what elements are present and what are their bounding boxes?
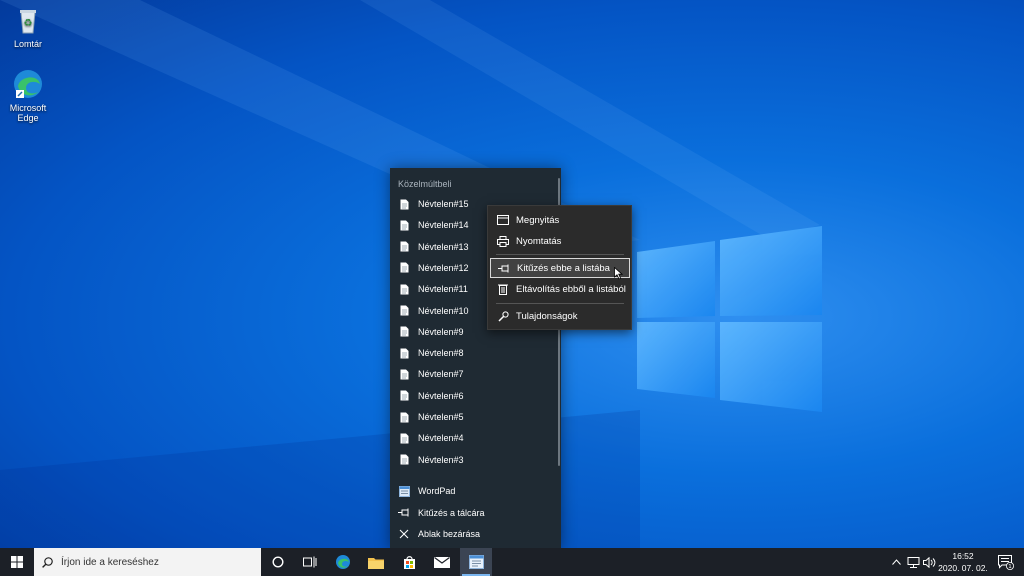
svg-text:♻: ♻ [24,18,33,29]
menu-separator [496,303,624,304]
task-view-icon [303,556,317,568]
notification-icon: 1 [998,554,1014,570]
close-icon [390,529,418,539]
pin-icon [491,264,517,273]
desktop-icon-label: Lomtár [13,39,42,49]
menu-item-label: Tulajdonságok [516,310,578,322]
document-icon [390,199,418,210]
jump-list-item-label: Névtelen#14 [418,220,469,231]
search-box[interactable]: Írjon ide a kereséshez [34,548,261,576]
mail-icon [434,556,450,568]
window-icon [490,215,516,225]
chevron-up-icon [891,559,901,565]
taskbar-wordpad[interactable] [460,548,492,576]
task-view-button[interactable] [294,548,326,576]
menu-item-properties[interactable]: Tulajdonságok [490,306,630,326]
network-icon [907,556,919,568]
wordpad-icon [468,555,484,569]
recycle-bin-icon: ♻ [12,4,44,36]
taskbar-edge[interactable] [327,548,359,576]
windows-start-icon [11,556,23,568]
taskbar-file-explorer[interactable] [360,548,392,576]
jump-list-recent-item[interactable]: Névtelen#6 [390,386,556,406]
desktop-icon-label: Microsoft Edge [9,103,47,123]
jump-list-heading: Közelmúltbeli [398,179,452,189]
jump-list-recent-item[interactable]: Névtelen#8 [390,343,556,363]
document-icon [390,284,418,295]
jump-list-item-label: Névtelen#9 [418,326,464,337]
desktop-icon-edge[interactable]: Microsoft Edge [0,68,56,123]
taskbar-store[interactable] [393,548,425,576]
cortana-circle-icon [272,556,284,568]
menu-item-label: Eltávolítás ebből a listából [516,283,626,295]
store-bag-icon [403,555,415,569]
clock-date: 2020. 07. 02. [938,563,988,573]
printer-icon [490,235,516,247]
taskbar-mail[interactable] [426,548,458,576]
action-center-button[interactable]: 1 [994,548,1018,576]
jump-list-item-label: Névtelen#4 [418,433,464,444]
jump-list-recent-item[interactable]: Névtelen#5 [390,407,556,427]
desktop-icon-recycle-bin[interactable]: ♻ Lomtár [0,4,56,49]
menu-item-label: Megnyitás [516,214,560,226]
jump-list-item-label: Névtelen#8 [418,348,464,359]
clock[interactable]: 16:52 2020. 07. 02. [934,550,992,574]
document-icon [390,412,418,423]
jump-list-item-label: Kitűzés a tálcára [418,507,485,518]
document-icon [390,220,418,231]
menu-item-remove-from-list[interactable]: Eltávolítás ebből a listából [490,279,630,299]
jump-list-item-label: Névtelen#3 [418,454,464,465]
jump-list-recent-item[interactable]: Névtelen#3 [390,450,556,470]
clock-time: 16:52 [952,551,974,561]
search-icon [42,556,53,568]
edge-icon [336,555,350,569]
jump-list-task-close-window[interactable]: Ablak bezárása [390,524,556,544]
jump-list-item-label: Névtelen#13 [418,241,469,252]
show-hidden-icons-button[interactable] [889,548,903,576]
mouse-cursor [614,267,623,280]
start-button[interactable] [0,548,34,576]
cortana-button[interactable] [262,548,294,576]
jump-list-item-label: Névtelen#11 [418,284,468,295]
document-icon [390,326,418,337]
jump-list-item-label: Névtelen#7 [418,369,464,380]
network-button[interactable] [905,548,921,576]
windows-logo [637,226,822,412]
jump-list-item-label: Névtelen#12 [418,262,469,273]
menu-separator [496,254,624,255]
jump-list-item-label: Névtelen#15 [418,199,469,209]
wrench-icon [490,310,516,322]
wordpad-icon [390,485,418,497]
menu-item-label: Kitűzés ebbe a listába [517,262,610,274]
document-icon [390,262,418,273]
search-placeholder: Írjon ide a kereséshez [61,556,159,568]
document-icon [390,369,418,380]
jump-list-item-label: Névtelen#6 [418,390,464,401]
document-icon [390,348,418,359]
document-icon [390,241,418,252]
notification-count: 1 [1008,564,1012,570]
menu-item-open[interactable]: Megnyitás [490,210,630,230]
jump-list-task-wordpad[interactable]: WordPad [390,481,556,501]
document-icon [390,433,418,444]
jump-list-item-label: WordPad [418,486,456,496]
taskbar: Írjon ide a kereséshez 16:52 2020. 07. 0… [0,548,1024,576]
jump-list-item-label: Névtelen#10 [418,305,469,316]
document-icon [390,305,418,316]
menu-item-label: Nyomtatás [516,235,562,247]
folder-icon [368,557,384,569]
pin-icon [390,508,418,517]
document-icon [390,454,418,465]
jump-list-recent-item[interactable]: Névtelen#7 [390,364,556,384]
jump-list-task-pin-to-taskbar[interactable]: Kitűzés a tálcára [390,503,556,523]
context-menu: Megnyitás Nyomtatás Kitűzés ebbe a listá… [487,205,632,330]
jump-list-recent-item[interactable]: Névtelen#4 [390,428,556,448]
menu-item-print[interactable]: Nyomtatás [490,231,630,251]
jump-list-item-label: Névtelen#5 [418,412,464,422]
jump-list-item-label: Ablak bezárása [418,529,481,539]
document-icon [390,390,418,401]
edge-icon [12,68,44,100]
menu-item-pin-to-list[interactable]: Kitűzés ebbe a listába [490,258,630,278]
trash-icon [490,283,516,295]
